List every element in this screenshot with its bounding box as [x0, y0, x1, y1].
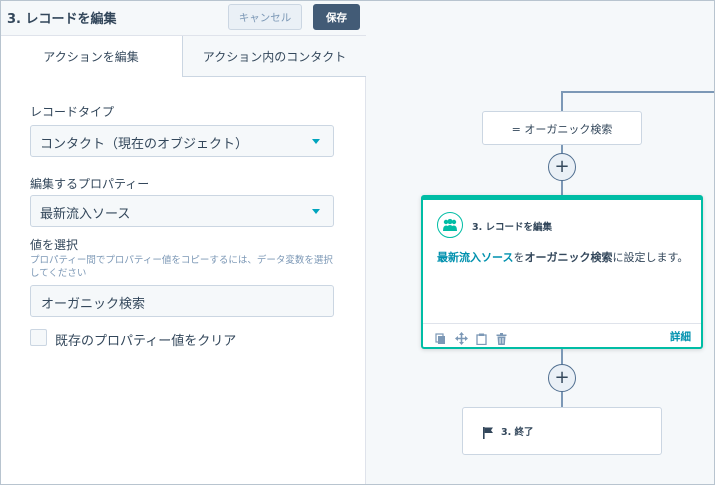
panel-title: 3. レコードを編集: [7, 12, 117, 27]
action-card-value: オーガニック検索: [524, 251, 613, 264]
end-node-label: 3. 終了: [501, 427, 534, 438]
panel-tabs: アクションを編集 アクション内のコンタクト: [0, 36, 366, 77]
action-card-toolbar: 詳細: [423, 323, 701, 347]
property-value: 最新流入ソース: [40, 207, 131, 222]
record-type-select[interactable]: コンタクト（現在のオブジェクト）: [30, 125, 334, 157]
copy-icon[interactable]: [435, 330, 447, 344]
end-node[interactable]: 3. 終了: [462, 407, 662, 455]
chevron-down-icon: [312, 209, 320, 214]
connector-line: [561, 91, 563, 112]
clear-value-checkbox-label[interactable]: 既存のプロパティー値をクリア: [55, 330, 236, 349]
record-type-value: コンタクト（現在のオブジェクト）: [40, 137, 249, 152]
value-help-text: プロパティー間でプロパティー値をコピーするには、データ変数を選択してください: [30, 255, 333, 279]
branch-line: [561, 91, 715, 93]
trash-icon[interactable]: [496, 330, 508, 345]
move-icon[interactable]: [455, 330, 468, 345]
add-action-button[interactable]: +: [548, 364, 576, 392]
cancel-button[interactable]: キャンセル: [228, 4, 302, 30]
action-card-description: 最新流入ソースをオーガニック検索に設定します。: [437, 249, 691, 267]
value-input-text: オーガニック検索: [41, 297, 146, 312]
save-button[interactable]: 保存: [313, 4, 360, 30]
record-type-label: レコードタイプ: [30, 105, 115, 119]
add-action-button[interactable]: +: [548, 153, 576, 181]
edit-action-panel: 3. レコードを編集 キャンセル 保存 アクションを編集 アクション内のコンタク…: [0, 0, 366, 485]
flag-icon: [483, 424, 494, 443]
action-card-connector: に設定します。: [612, 251, 689, 264]
value-label: 値を選択: [30, 238, 79, 252]
contacts-icon: [437, 212, 463, 238]
branch-node[interactable]: = オーガニック検索: [482, 111, 642, 145]
action-card-property[interactable]: 最新流入ソース: [437, 251, 513, 264]
property-label: 編集するプロパティー: [30, 177, 150, 191]
action-card-title: 3. レコードを編集: [472, 222, 553, 233]
branch-node-label: = オーガニック検索: [511, 123, 613, 136]
details-link[interactable]: 詳細: [670, 329, 691, 344]
tab-edit-action[interactable]: アクションを編集: [0, 36, 183, 77]
clear-value-checkbox[interactable]: [30, 329, 47, 346]
chevron-down-icon: [312, 139, 320, 144]
clipboard-icon[interactable]: [476, 330, 488, 346]
property-select[interactable]: 最新流入ソース: [30, 195, 334, 227]
action-card-connector: を: [513, 251, 525, 264]
tab-contacts-in-action[interactable]: アクション内のコンタクト: [183, 36, 366, 77]
value-input[interactable]: オーガニック検索: [30, 285, 334, 317]
edit-record-action-card[interactable]: 3. レコードを編集 最新流入ソースをオーガニック検索に設定します。 詳細: [421, 195, 703, 349]
panel-header: 3. レコードを編集 キャンセル 保存: [0, 0, 366, 36]
